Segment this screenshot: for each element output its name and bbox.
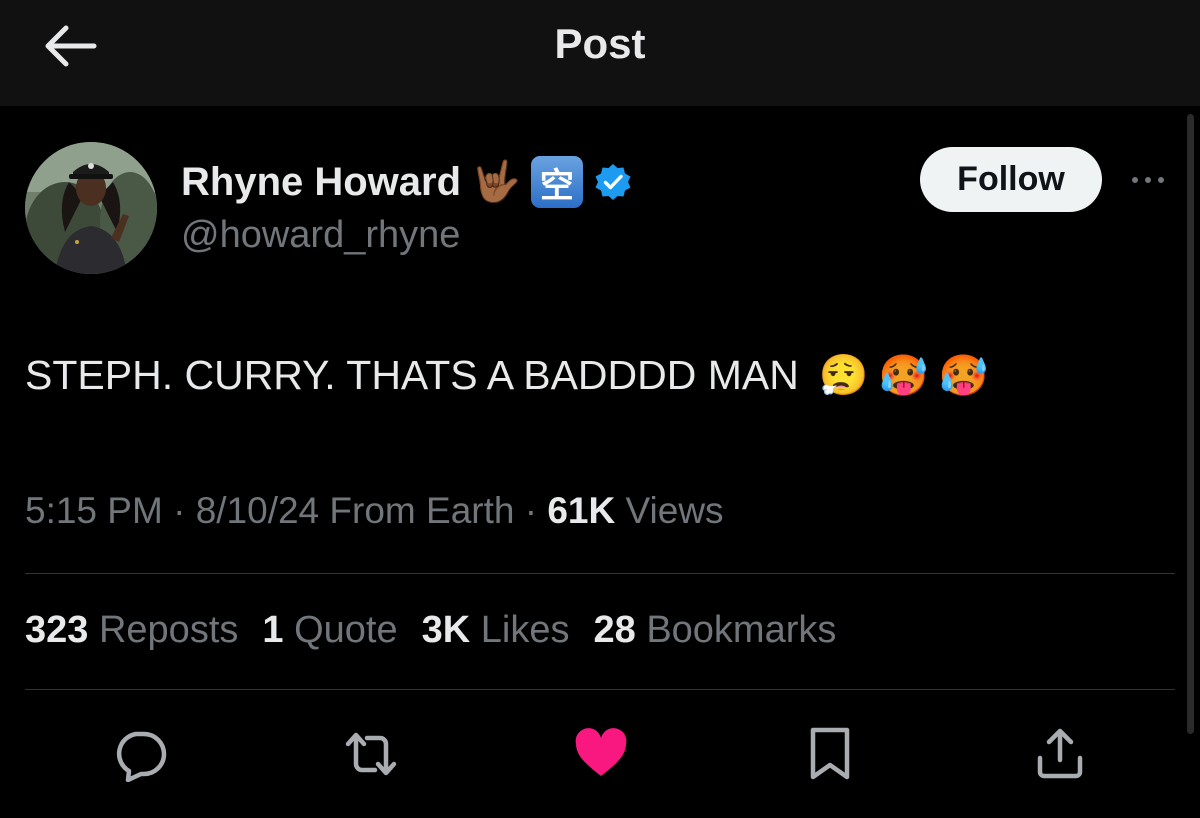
more-options-button[interactable] [1126,168,1170,192]
post-text: STEPH. CURRY. THATS A BADDDD MAN [25,352,799,398]
post-date[interactable]: 8/10/24 [196,490,319,531]
hot-face-emoji: 🥵 [938,352,989,399]
post-time[interactable]: 5:15 PM [25,490,163,531]
exhaling-face-emoji: 😮‍💨 [818,352,869,399]
author-name-row: Rhyne Howard 🤟🏾 空 [181,154,633,210]
quotes-count: 1 [262,609,284,651]
top-bar: Post [0,0,1200,106]
love-you-gesture-emoji: 🤟🏾 [471,159,521,205]
post-emojis: 😮‍💨 🥵 🥵 [819,356,988,396]
bookmarks-stat[interactable]: 28 Bookmarks [593,609,836,652]
reposts-stat[interactable]: 323 Reposts [25,609,238,652]
post-location: From Earth [319,490,515,531]
reposts-label: Reposts [98,609,239,651]
views-label: Views [615,490,724,531]
post-body: STEPH. CURRY. THATS A BADDDD MAN 😮‍💨 🥵 🥵 [25,352,988,399]
heart-icon [575,728,627,776]
repost-button[interactable] [343,726,399,782]
reply-button[interactable] [112,726,168,782]
post-meta: 5:15 PM · 8/10/24 From Earth · 61K Views [25,490,724,532]
divider [25,573,1175,574]
kanji-vacancy-emoji: 空 [530,156,583,208]
display-name[interactable]: Rhyne Howard [181,160,461,205]
page-title: Post [554,20,646,67]
share-icon [1037,728,1083,779]
bookmark-button[interactable] [802,726,858,782]
likes-count: 3K [421,609,471,651]
bookmarks-count: 28 [593,609,636,651]
divider [25,689,1175,690]
follow-button[interactable]: Follow [920,147,1102,212]
scrollbar[interactable] [1187,114,1194,734]
hot-face-emoji: 🥵 [878,352,929,399]
likes-stat[interactable]: 3K Likes [422,609,570,652]
engagement-stats: 323 Reposts 1 Quote 3K Likes 28 Bookmark… [25,609,836,652]
meta-separator: · [162,490,196,531]
quotes-label: Quote [294,609,398,651]
views-count: 61K [547,490,616,531]
verified-badge-icon [595,164,631,200]
likes-label: Likes [480,609,570,651]
bookmarks-label: Bookmarks [646,609,837,651]
share-button[interactable] [1032,726,1088,782]
avatar-photo [25,142,157,274]
reposts-count: 323 [25,609,89,651]
like-button[interactable] [573,726,629,782]
quotes-stat[interactable]: 1 Quote [262,609,397,652]
more-dots-icon [1132,177,1164,183]
meta-separator: · [514,490,548,531]
repost-icon [345,732,397,776]
user-handle[interactable]: @howard_rhyne [181,214,460,257]
reply-bubble-icon [116,731,167,782]
avatar[interactable] [25,142,157,274]
bookmark-icon [810,727,850,780]
